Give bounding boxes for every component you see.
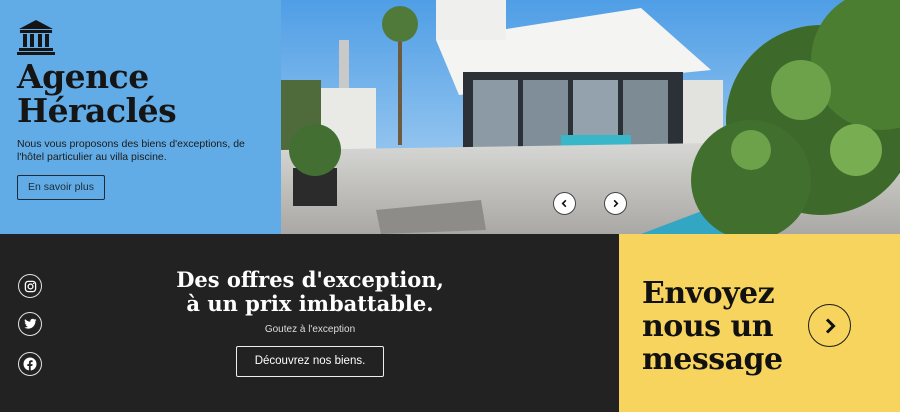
contact-line-1: Envoyez <box>642 276 775 311</box>
hero-description: Nous vous proposons des biens d'exceptio… <box>17 138 245 163</box>
facebook-link[interactable] <box>18 352 42 376</box>
brand-line-1: Agence <box>17 57 149 96</box>
carousel-next-button[interactable] <box>604 192 627 215</box>
chevron-right-icon <box>825 317 836 334</box>
villa-photo <box>281 0 900 234</box>
chevron-left-icon <box>561 199 567 208</box>
contact-line-2: nous un <box>642 309 774 344</box>
temple-logo-icon <box>17 20 55 55</box>
offers-title-line-2: à un prix imbattable. <box>186 291 434 316</box>
instagram-link[interactable] <box>18 274 42 298</box>
contact-title: Envoyez nous un message <box>642 277 783 376</box>
offers-section: Des offres d'exception, à un prix imbatt… <box>0 234 619 412</box>
chevron-right-icon <box>613 199 619 208</box>
hero-photo <box>281 0 900 234</box>
twitter-icon <box>23 318 37 329</box>
facebook-icon <box>23 357 37 371</box>
contact-section: Envoyez nous un message <box>619 234 900 412</box>
brand-title: Agence Héraclés <box>17 60 264 128</box>
instagram-icon <box>24 280 36 292</box>
contact-line-3: message <box>642 342 783 377</box>
brand-line-2: Héraclés <box>17 91 177 130</box>
offers-title-line-1: Des offres d'exception, <box>176 267 444 292</box>
twitter-link[interactable] <box>18 312 42 336</box>
send-message-button[interactable] <box>808 304 851 347</box>
offers-subtitle: Goutez à l'exception <box>264 324 356 335</box>
offers-block: Des offres d'exception, à un prix imbatt… <box>120 268 500 377</box>
discover-properties-button[interactable]: Découvrez nos biens. <box>235 346 385 377</box>
offers-title: Des offres d'exception, à un prix imbatt… <box>120 268 500 316</box>
learn-more-button[interactable]: En savoir plus <box>17 175 105 200</box>
hero-brand-panel: Agence Héraclés Nous vous proposons des … <box>0 0 281 234</box>
carousel-prev-button[interactable] <box>553 192 576 215</box>
